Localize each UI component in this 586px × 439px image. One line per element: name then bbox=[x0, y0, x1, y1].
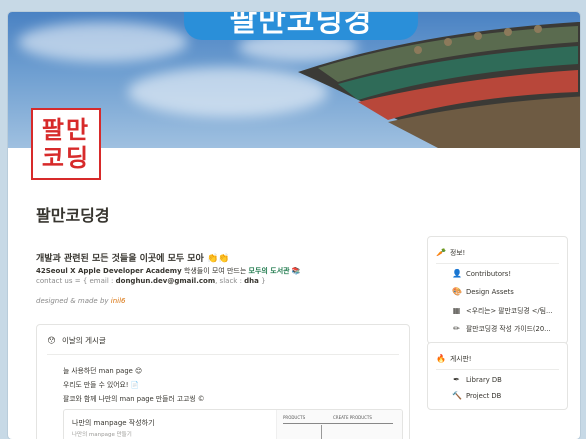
book-icon: 📚 bbox=[289, 267, 301, 275]
contact-suffix: } bbox=[258, 277, 266, 285]
today-posts-title: 이날의 게시글 bbox=[62, 336, 106, 345]
library-link[interactable]: 모두의 도서관 bbox=[249, 267, 290, 275]
info-card: 🥕 정보! 👤 Contributors! 🎨 Design Assets ▦ … bbox=[427, 236, 568, 344]
page-logo: 팔만 코딩 bbox=[31, 108, 101, 180]
contact-slack: dha bbox=[244, 277, 259, 285]
info-item-label: 팔만코딩경 작성 가이드(20... bbox=[466, 325, 551, 333]
author-link[interactable]: inil6 bbox=[111, 297, 126, 305]
intro-subtitle: 42Seoul X Apple Developer Academy 학생들이 모… bbox=[36, 266, 301, 276]
logo-line-1: 팔만 bbox=[41, 116, 91, 144]
post-line-3: 팔코와 함께 나만의 man page 만들러 고고씽 © bbox=[63, 395, 205, 403]
slack-prefix: , slack : bbox=[215, 277, 245, 285]
grid-icon: ▦ bbox=[452, 305, 461, 315]
divider bbox=[436, 369, 559, 370]
intro-title: 개발과 관련된 모든 것들을 이곳에 모두 모아 👏👏 bbox=[36, 254, 230, 264]
title-banner: 팔만코딩경 bbox=[184, 12, 418, 40]
smiley-icon: 😯 bbox=[47, 336, 56, 345]
board-item-project-db[interactable]: 🔨 Project DB bbox=[452, 391, 501, 400]
logo-line-2: 코딩 bbox=[41, 144, 91, 172]
info-item-label: Contributors! bbox=[466, 269, 512, 278]
cloud bbox=[18, 22, 188, 62]
info-item-contributors[interactable]: 👤 Contributors! bbox=[452, 269, 511, 278]
thumb-divider bbox=[321, 425, 322, 439]
today-posts-header: 😯 이날의 게시글 bbox=[47, 335, 106, 346]
info-title: 정보! bbox=[450, 249, 466, 257]
info-item-guide[interactable]: ✏ 팔만코딩경 작성 가이드(20... bbox=[452, 323, 551, 334]
banner-title: 팔만코딩경 bbox=[229, 12, 373, 39]
palette-icon: 🎨 bbox=[452, 287, 462, 296]
board-item-label: Library DB bbox=[466, 375, 502, 384]
info-item-design-assets[interactable]: 🎨 Design Assets bbox=[452, 287, 514, 296]
contact-prefix: contact us = { email : bbox=[36, 277, 116, 285]
page-title: 팔만코딩경 bbox=[36, 206, 110, 225]
board-item-library-db[interactable]: ✒ Library DB bbox=[452, 375, 502, 384]
pencil-icon: ✏ bbox=[453, 323, 460, 333]
thumb-rule bbox=[283, 423, 393, 424]
fire-icon: 🔥 bbox=[436, 353, 446, 363]
made-by-line: designed & made by inil6 bbox=[36, 297, 126, 305]
info-item-team[interactable]: ▦ <우리는> 팔만코딩경 </팀... bbox=[452, 305, 553, 316]
contact-email[interactable]: donghun.dev@gmail.com bbox=[116, 277, 215, 285]
thumb-label-2: CREATE PRODUCTS bbox=[333, 415, 372, 420]
hammer-icon: 🔨 bbox=[452, 391, 462, 400]
notion-page-window: 팔만코딩경 팔만 코딩 팔만코딩경 개발과 관련된 모든 것들을 이곳에 모두 … bbox=[8, 12, 580, 439]
board-title: 게시판! bbox=[450, 355, 472, 363]
today-posts-card: 😯 이날의 게시글 늘 사용하던 man page 😊 우리도 만들 수 있어요… bbox=[36, 324, 410, 439]
info-item-label: Design Assets bbox=[466, 287, 514, 296]
board-card: 🔥 게시판! ✒ Library DB 🔨 Project DB bbox=[427, 342, 568, 410]
manpage-post-card[interactable]: 나만의 manpage 작성하기 나만의 manpage 만들기 PRODUCT… bbox=[63, 409, 403, 439]
divider bbox=[436, 263, 559, 264]
post-line-2: 우리도 만들 수 있어요! 📄 bbox=[63, 381, 140, 389]
person-icon: 👤 bbox=[452, 269, 462, 278]
contact-line: contact us = { email : donghun.dev@gmail… bbox=[36, 277, 266, 285]
quill-icon: ✒ bbox=[453, 375, 460, 384]
thumb-label-1: PRODUCTS bbox=[283, 415, 306, 420]
post-card-title: 나만의 manpage 작성하기 bbox=[72, 419, 155, 427]
post-line-1: 늘 사용하던 man page 😊 bbox=[63, 367, 143, 375]
carrot-icon: 🥕 bbox=[436, 247, 446, 257]
info-item-label: <우리는> 팔만코딩경 </팀... bbox=[466, 307, 553, 315]
info-header: 🥕 정보! bbox=[436, 247, 466, 258]
post-card-subtitle: 나만의 manpage 만들기 bbox=[72, 432, 132, 438]
divider bbox=[47, 354, 399, 355]
board-header: 🔥 게시판! bbox=[436, 353, 472, 364]
made-by-prefix: designed & made by bbox=[36, 297, 111, 305]
org-name: 42Seoul X Apple Developer Academy bbox=[36, 267, 182, 275]
post-card-thumbnail: PRODUCTS CREATE PRODUCTS bbox=[276, 410, 402, 439]
intro-middle-text: 학생들이 모여 만드는 bbox=[181, 267, 249, 275]
board-item-label: Project DB bbox=[466, 391, 502, 400]
